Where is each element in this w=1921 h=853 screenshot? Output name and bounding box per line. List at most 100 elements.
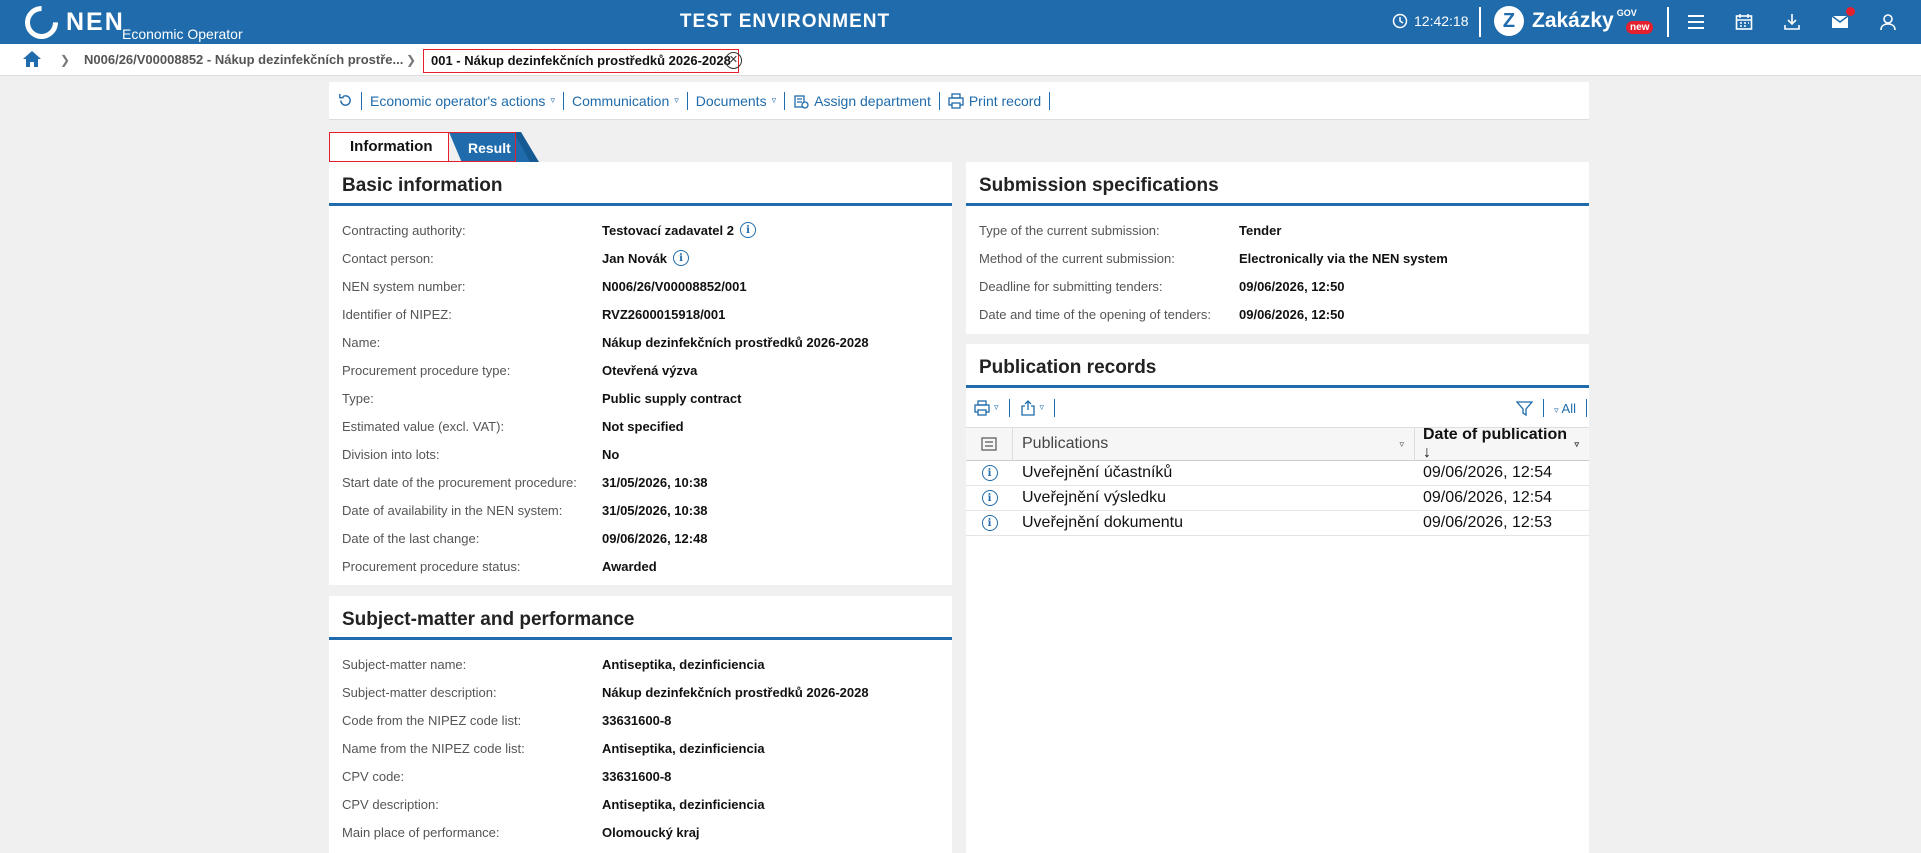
column-label: Date of publication ↓ (1423, 426, 1574, 462)
info-row: Procurement procedure type: Otevřená výzv… (342, 356, 939, 384)
field-value: 09/06/2026, 12:48 (602, 530, 708, 546)
info-row: NEN system number: N006/26/V00008852/001 (342, 272, 939, 300)
table-row[interactable]: i Uveřejnění účastníků 09/06/2026, 12:54 (966, 461, 1589, 486)
export-menu-button[interactable]: ▿ (1020, 398, 1056, 417)
basic-information-rows: Contracting authority: Testovací zadavat… (329, 206, 952, 580)
field-label: Main place of performance: (342, 824, 500, 840)
field-label: Code from the NIPEZ code list: (342, 712, 522, 728)
communication-label: Communication (571, 92, 670, 109)
info-row: Subject-matter name: Antiseptika, dezinfi… (342, 650, 939, 678)
session-time: 12:42:18 (1414, 13, 1469, 29)
filter-icon[interactable] (1516, 400, 1534, 417)
field-label: Subject-matter name: (342, 656, 467, 672)
field-value: Nákup dezinfekčních prostředků 2026-2028 (602, 684, 869, 700)
breadcrumb: ❯ N006/26/V00008852 - Nákup dezinfekčníc… (0, 44, 1921, 76)
dropdown-icon: ▿ (771, 95, 777, 105)
breadcrumb-procedure[interactable]: N006/26/V00008852 - Nákup dezinfekčních … (84, 52, 403, 67)
info-row: Estimated value (excl. VAT): Not specifie… (342, 412, 939, 440)
field-label: Contact person: (342, 250, 434, 266)
panel-title: Publication records (966, 344, 1589, 388)
assign-department-button[interactable]: Assign department (785, 91, 940, 110)
submission-rows: Type of the current submission: Tender Me… (966, 206, 1589, 328)
field-label: Procurement procedure type: (342, 362, 511, 378)
column-filter-icon[interactable]: ▿ (1574, 439, 1579, 450)
economic-operator-actions-menu[interactable]: Economic operator's actions ▿ (362, 91, 564, 110)
mail-icon[interactable] (1827, 7, 1855, 34)
info-row: CPV description: Antiseptika, dezinficien… (342, 790, 939, 818)
field-label: Date of the last change: (342, 530, 480, 546)
export-icon (1020, 399, 1035, 416)
column-label: Publications (1022, 435, 1109, 452)
info-icon[interactable]: i (981, 515, 998, 531)
field-label: Type of the current submission: (979, 222, 1160, 238)
table-row[interactable]: i Uveřejnění dokumentu 09/06/2026, 12:53 (966, 511, 1589, 536)
info-icon[interactable]: i (673, 250, 690, 266)
field-value: Awarded (602, 558, 657, 574)
menu-icon[interactable] (1683, 10, 1709, 34)
close-icon[interactable]: ✕ (725, 52, 742, 69)
user-icon[interactable] (1875, 10, 1901, 34)
field-value: Tender (1239, 222, 1282, 238)
field-value: Antiseptika, dezinficiencia (602, 740, 765, 756)
print-record-button[interactable]: Print record (940, 91, 1051, 110)
info-row: Identifier of NIPEZ: RVZ2600015918/001 (342, 300, 939, 328)
field-value: Jan Novák i (602, 250, 690, 266)
field-label: Start date of the procurement procedure: (342, 474, 577, 490)
action-toolbar: Economic operator's actions ▿ Communicat… (329, 82, 1589, 120)
info-icon[interactable]: i (981, 465, 998, 481)
field-label: Deadline for submitting tenders: (979, 278, 1163, 294)
column-filter-icon[interactable]: ▿ (1399, 439, 1404, 450)
info-row: Start date of the procurement procedure:… (342, 468, 939, 496)
column-header-date[interactable]: Date of publication ↓ ▿ (1415, 426, 1589, 462)
dropdown-icon: ▿ (1554, 404, 1559, 415)
publication-records-panel: Publication records ▿ ▿ ▿ All Publicatio… (966, 344, 1589, 853)
field-label: CPV description: (342, 796, 439, 812)
new-badge: new (1626, 21, 1654, 34)
info-row: Contracting authority: Testovací zadavat… (342, 216, 939, 244)
header-divider (1667, 7, 1669, 37)
tab-highlight-border (449, 132, 516, 162)
info-row: Date of the last change: 09/06/2026, 12:4… (342, 524, 939, 552)
download-icon[interactable] (1779, 10, 1805, 34)
publication-name: Uveřejnění výsledku (1022, 489, 1167, 506)
sort-desc-icon: ↓ (1423, 444, 1431, 461)
info-row: Subject-matter description: Nákup dezinfe… (342, 678, 939, 706)
top-bar: NEN Economic Operator TEST ENVIRONMENT 1… (0, 0, 1921, 46)
zakazky-gov-link[interactable]: Z Zakázky GOV new (1494, 6, 1654, 36)
calendar-icon[interactable] (1731, 10, 1757, 34)
filter-all-select[interactable]: ▿ All (1554, 401, 1576, 416)
table-header: Publications ▿ Date of publication ↓ ▿ (966, 426, 1589, 462)
home-icon[interactable] (22, 50, 42, 73)
economic-actions-label: Economic operator's actions (370, 92, 546, 109)
refresh-button[interactable] (338, 91, 362, 110)
field-value: 09/06/2026, 12:50 (1239, 278, 1345, 294)
filter-controls: ▿ All (1516, 399, 1587, 417)
zakazky-gov: GOV (1616, 8, 1637, 18)
subject-matter-rows: Subject-matter name: Antiseptika, dezinfi… (329, 640, 952, 846)
field-value: Olomoucký kraj (602, 824, 700, 840)
field-value: N006/26/V00008852/001 (602, 278, 747, 294)
clock-icon (1392, 13, 1408, 29)
info-icon[interactable]: i (981, 490, 998, 506)
print-menu-button[interactable]: ▿ (974, 398, 1010, 417)
field-value: Nákup dezinfekčních prostředků 2026-2028 (602, 334, 869, 350)
department-icon (794, 94, 809, 109)
column-header-publications[interactable]: Publications ▿ (1013, 427, 1415, 461)
info-row: Contact person: Jan Novák i (342, 244, 939, 272)
info-icon[interactable]: i (740, 222, 756, 238)
info-row: Date and time of the opening of tenders:… (979, 300, 1576, 328)
communication-menu[interactable]: Communication ▿ (564, 91, 688, 110)
field-value: 33631600-8 (602, 712, 672, 728)
toolbar-divider (1543, 399, 1545, 417)
breadcrumb-current[interactable]: 001 - Nákup dezinfekčních prostředků 202… (423, 49, 739, 73)
field-label: Estimated value (excl. VAT): (342, 418, 505, 434)
field-value: Electronically via the NEN system (1239, 250, 1448, 266)
documents-menu[interactable]: Documents ▿ (688, 91, 786, 110)
field-label: Type: (342, 390, 374, 406)
publication-name: Uveřejnění účastníků (1022, 464, 1173, 481)
field-label: Procurement procedure status: (342, 558, 521, 574)
table-row[interactable]: i Uveřejnění výsledku 09/06/2026, 12:54 (966, 486, 1589, 511)
column-settings-icon (981, 437, 997, 451)
column-settings-button[interactable] (966, 427, 1013, 461)
tab-information[interactable]: Information (329, 132, 449, 162)
